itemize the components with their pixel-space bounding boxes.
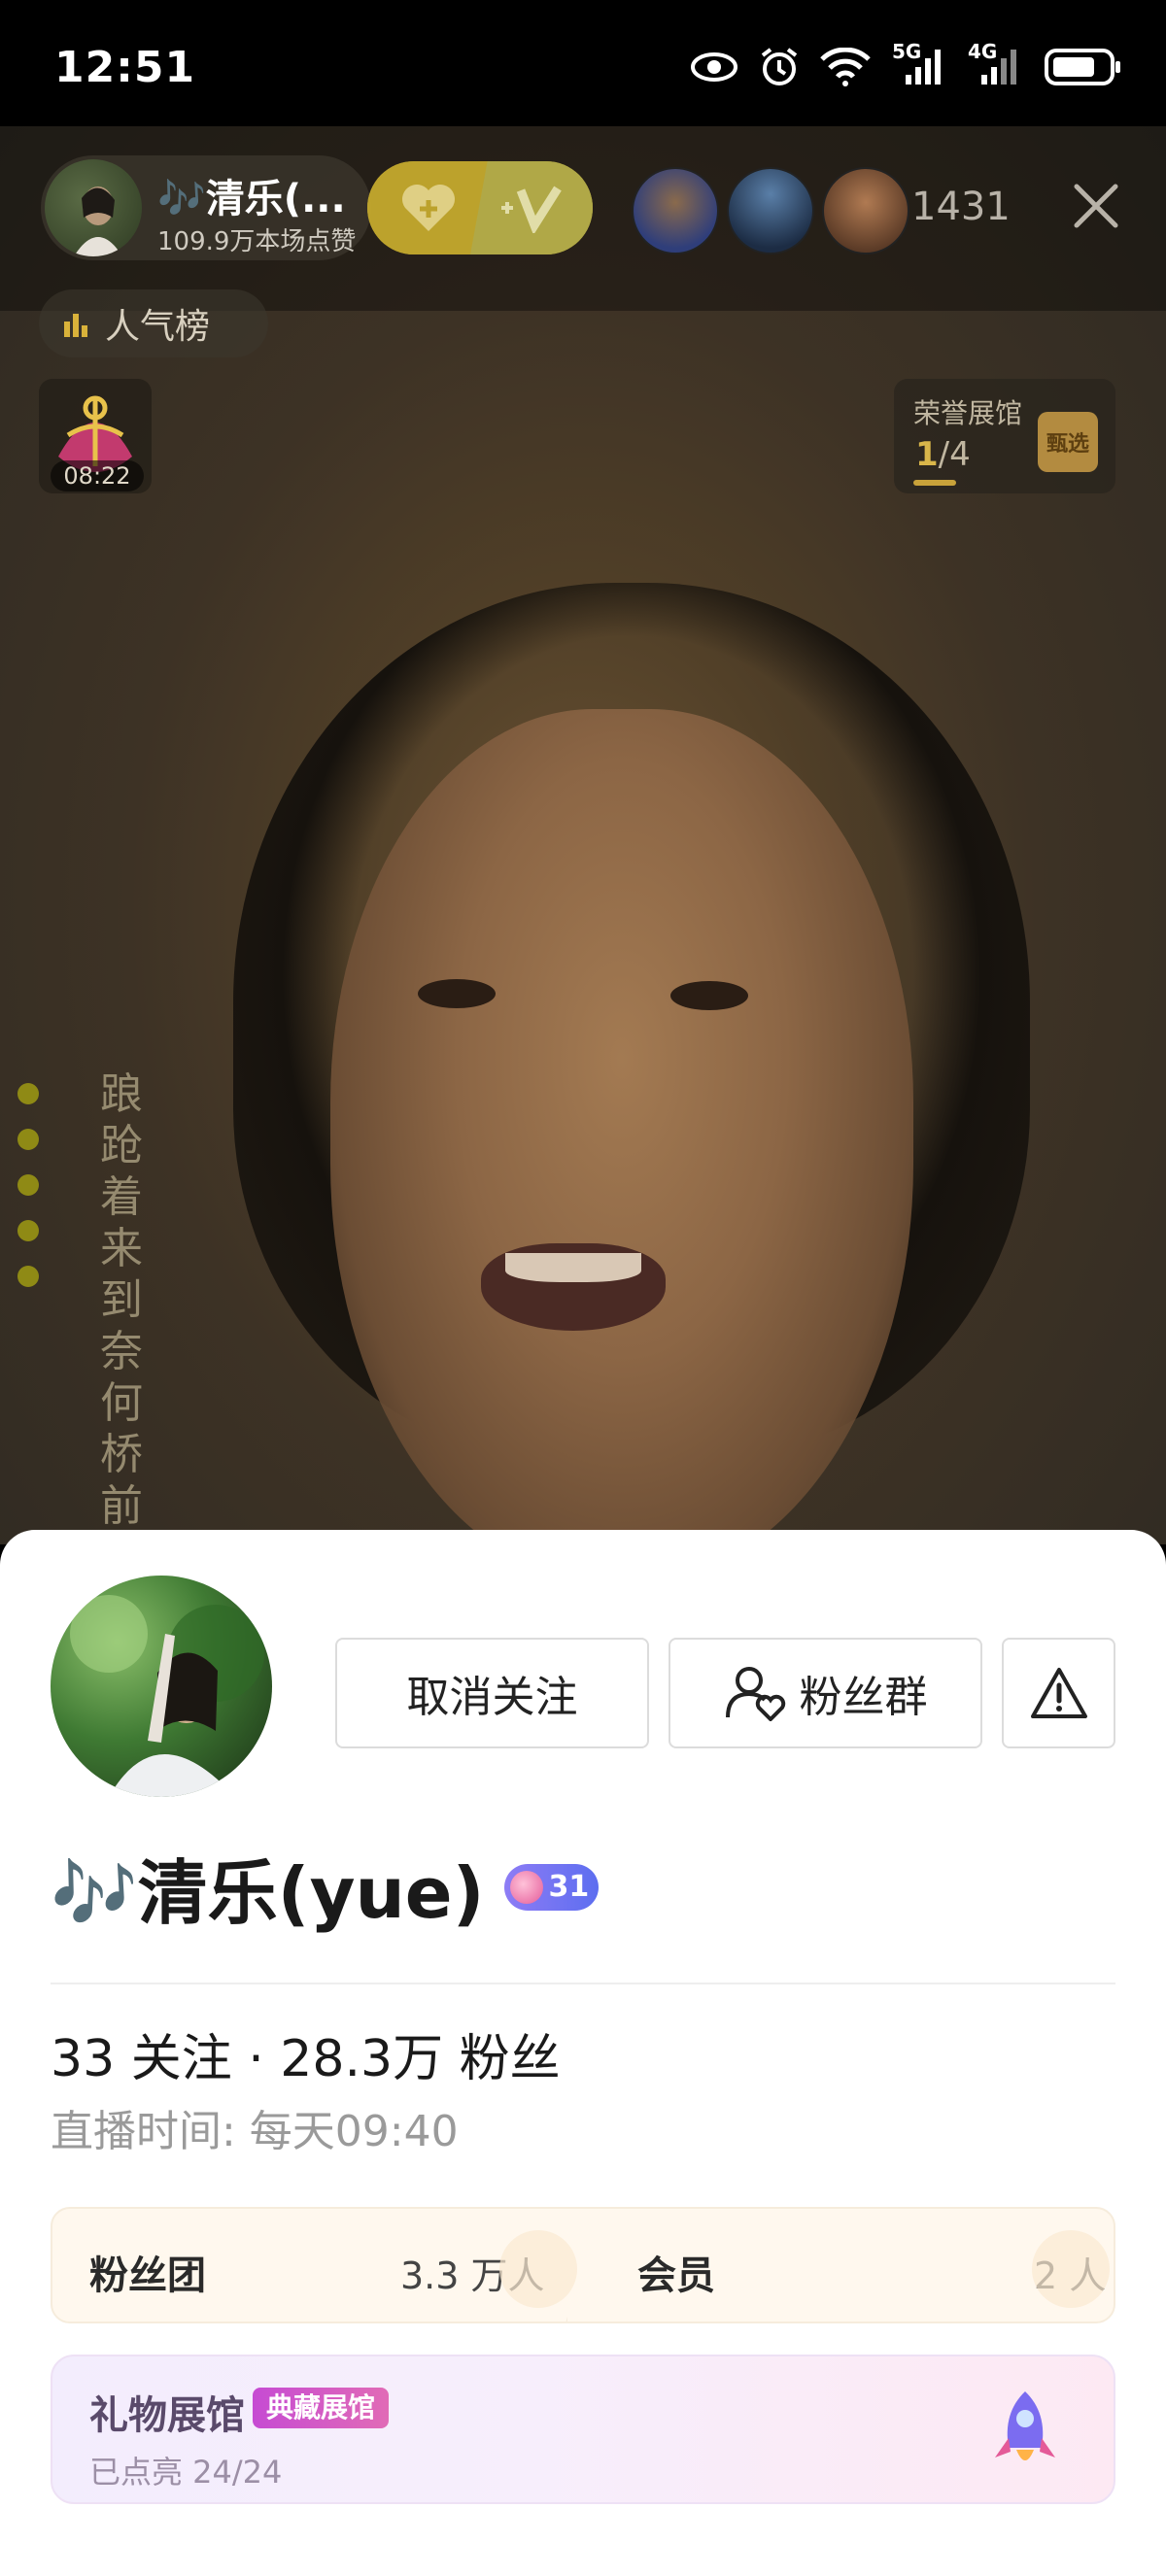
- honor-title: 荣誉展馆: [913, 397, 1023, 429]
- viewer-count[interactable]: 1431: [911, 185, 1011, 229]
- host-name: 🎶清乐(...: [157, 177, 346, 221]
- level-number: 31: [548, 1870, 590, 1904]
- alarm-icon: [760, 47, 799, 87]
- viewer-avatar[interactable]: [727, 167, 814, 254]
- honor-total: /4: [938, 435, 971, 474]
- fan-club-card[interactable]: 粉丝团 3.3 万人: [51, 2207, 604, 2323]
- video-subject-face: [330, 709, 913, 1544]
- signal-4g-icon: 4G: [968, 40, 1022, 86]
- status-bar: 12:51 5G 4G: [0, 0, 1166, 126]
- user-heart-icon: [724, 1665, 786, 1721]
- profile-avatar[interactable]: [51, 1576, 272, 1797]
- divider: [51, 1983, 1115, 1984]
- member-label: 会员: [637, 2254, 715, 2298]
- profile-name-text: 清乐(yue): [137, 1852, 485, 1934]
- member-card[interactable]: 会员 2 人: [566, 2207, 1115, 2323]
- music-note-icon: 🎶: [51, 1852, 138, 1934]
- honor-progress-bar: [913, 480, 956, 486]
- network-4g-label: 4G: [968, 40, 998, 63]
- fan-club-label: 粉丝团: [89, 2254, 206, 2298]
- rank-label: 人气榜: [105, 307, 211, 347]
- lyrics-text: 踉跄着来到奈何桥前: [100, 1069, 143, 1531]
- honor-current: 1: [915, 435, 939, 474]
- eye-icon: [690, 51, 738, 84]
- heart-plus-icon: [367, 161, 490, 254]
- lyric-dot: [17, 1220, 39, 1241]
- heart-watermark-icon: [499, 2230, 577, 2308]
- fan-group-label: 粉丝群: [799, 1673, 928, 1722]
- honor-gallery-card[interactable]: 荣誉展馆 1/4 甄选: [894, 379, 1115, 493]
- video-subject-eye: [418, 979, 496, 1008]
- status-icons: 5G 4G: [690, 40, 1123, 87]
- battery-icon: [1044, 47, 1123, 87]
- lyric-dot: [17, 1083, 39, 1104]
- host-avatar[interactable]: [45, 159, 142, 256]
- wifi-icon: [820, 48, 871, 86]
- rocket-icon: [991, 2390, 1059, 2473]
- video-subject-eye: [670, 981, 748, 1010]
- follow-fans-stats[interactable]: 33 关注 · 28.3万 粉丝: [51, 2017, 561, 2090]
- warning-icon: [1029, 1666, 1089, 1720]
- join-fan-club-button[interactable]: [367, 161, 593, 254]
- lyrics-indicator-dots: [17, 1083, 39, 1311]
- museum-tag: 典藏展馆: [253, 2388, 390, 2428]
- vip-plus-icon: [470, 161, 593, 254]
- lyric-dot: [17, 1174, 39, 1196]
- fan-group-button[interactable]: 粉丝群: [669, 1638, 982, 1748]
- clock: 12:51: [54, 43, 196, 92]
- profile-name: 🎶清乐(yue): [51, 1836, 485, 1938]
- network-5g-label: 5G: [892, 40, 922, 63]
- viewer-avatar[interactable]: [632, 167, 719, 254]
- gift-countdown: 08:22: [51, 460, 144, 491]
- museum-title: 礼物展馆: [89, 2393, 245, 2438]
- viewer-avatar[interactable]: [822, 167, 909, 254]
- popularity-rank-button[interactable]: 人气榜: [39, 289, 268, 357]
- vip-watermark-icon: [1032, 2230, 1110, 2308]
- honor-progress: 1/4: [915, 435, 971, 474]
- museum-progress: 已点亮 24/24: [89, 2454, 283, 2491]
- close-icon[interactable]: [1069, 179, 1123, 233]
- video-subject-teeth: [505, 1253, 641, 1282]
- signal-5g-icon: 5G: [892, 40, 946, 86]
- lyric-dot: [17, 1266, 39, 1287]
- membership-cards: 粉丝团 3.3 万人 会员 2 人: [51, 2207, 1115, 2323]
- lyric-dot: [17, 1129, 39, 1150]
- bar-chart-icon: [62, 310, 89, 337]
- unfollow-button[interactable]: 取消关注: [335, 1638, 649, 1748]
- profile-name-row: 🎶清乐(yue) 31: [51, 1836, 600, 1938]
- level-badge[interactable]: 31: [503, 1863, 600, 1911]
- honor-select-badge: 甄选: [1038, 412, 1098, 472]
- gem-icon: [509, 1870, 543, 1904]
- live-schedule: 直播时间: 每天09:40: [51, 2107, 459, 2156]
- host-like-count: 109.9万本场点赞: [157, 227, 357, 256]
- report-button[interactable]: [1002, 1638, 1115, 1748]
- gift-museum-card[interactable]: 礼物展馆 典藏展馆 已点亮 24/24: [51, 2355, 1115, 2504]
